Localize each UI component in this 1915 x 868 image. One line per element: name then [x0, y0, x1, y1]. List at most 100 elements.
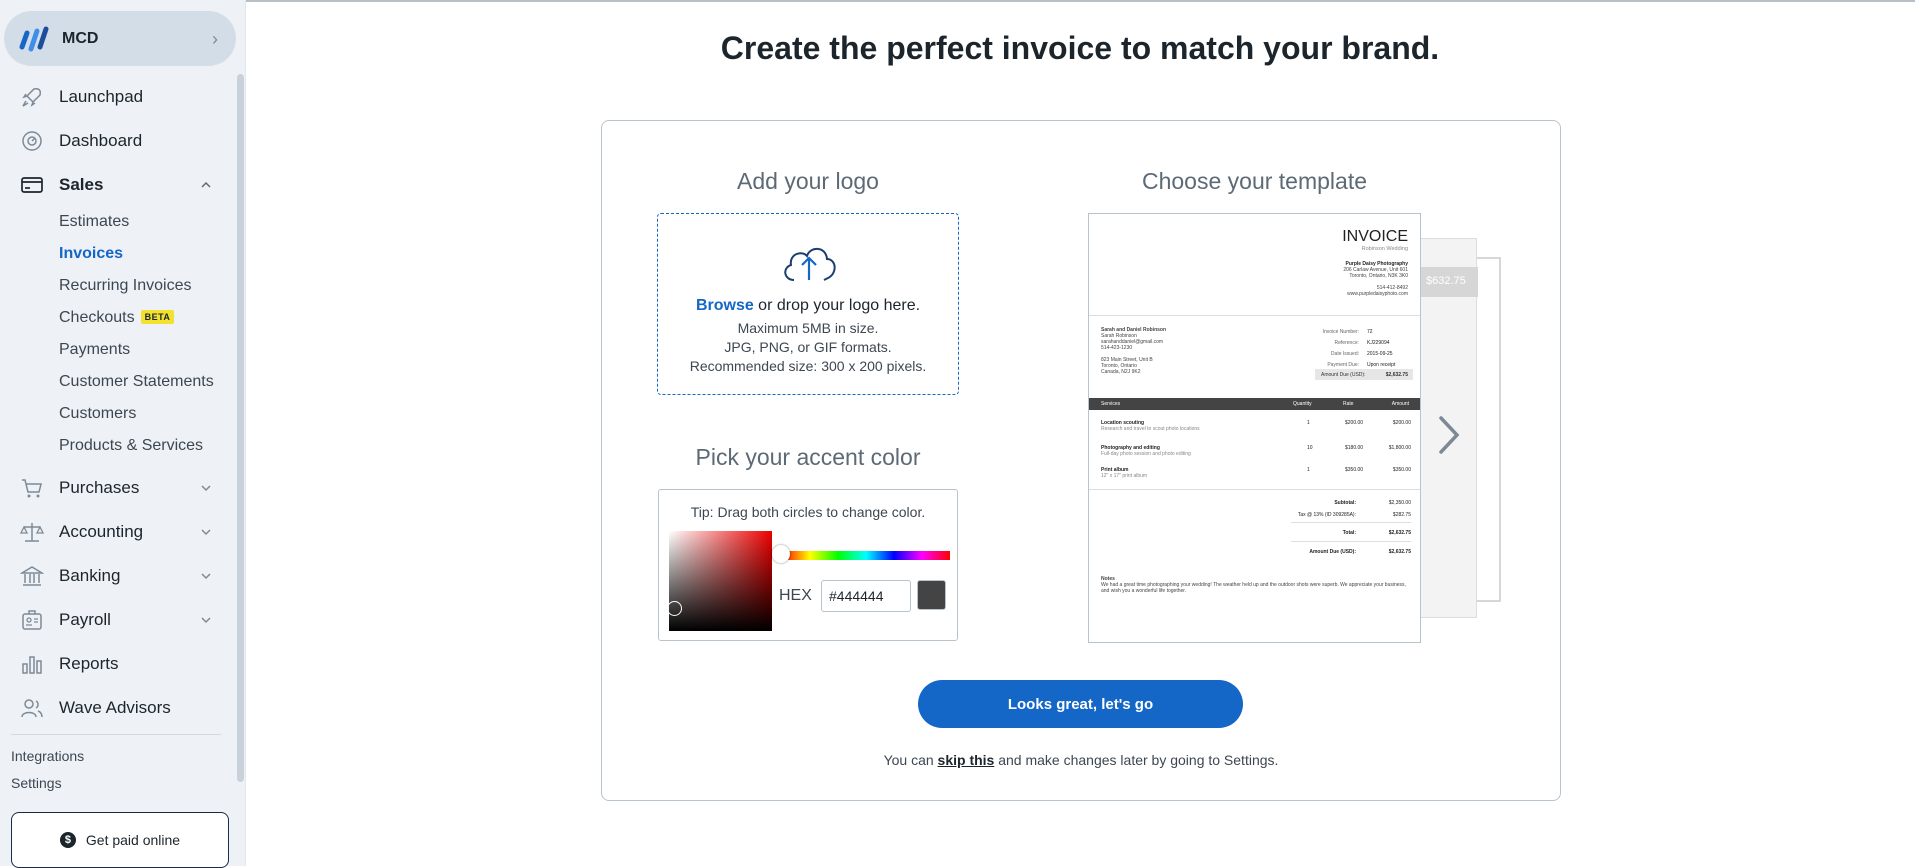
row-subtitle: 12" x 17" print album — [1101, 473, 1148, 479]
sidebar-item-customers[interactable]: Customers — [59, 405, 136, 423]
cloud-upload-icon — [784, 247, 836, 281]
sidebar-scrollbar[interactable] — [237, 74, 244, 782]
invoice-company: Purple Daisy Photography 206 Carlaw Aven… — [1343, 261, 1408, 297]
meta-key: Reference: — [1334, 340, 1359, 346]
sidebar-item-invoices[interactable]: Invoices — [59, 245, 123, 263]
meta-value: 2015-09-25 — [1367, 351, 1393, 357]
sidebar: MCD › Launchpad Dashboard Sales Estimate… — [0, 0, 246, 868]
row-subtitle: Full-day photo session and photo editing — [1101, 451, 1191, 457]
browse-link[interactable]: Browse — [696, 297, 754, 314]
credit-card-icon — [21, 177, 43, 193]
chevron-up-icon — [201, 181, 211, 188]
amount-due-label: Amount Due (USD): — [1321, 372, 1366, 378]
amount-due-value: $2,632.75 — [1385, 372, 1408, 378]
logo-dropzone[interactable]: Browse or drop your logo here. Maximum 5… — [657, 213, 959, 395]
color-tip: Tip: Drag both circles to change color. — [690, 504, 926, 520]
meta-row: Invoice Number: 72 — [1309, 327, 1395, 338]
saturation-area[interactable] — [667, 531, 772, 631]
meta-key: Date Issued: — [1330, 351, 1359, 357]
nav-integrations[interactable]: Integrations — [11, 748, 84, 764]
nav-wave-advisors[interactable]: Wave Advisors — [0, 688, 236, 728]
row-description: Photography and editing Full-day photo se… — [1101, 445, 1191, 457]
sidebar-divider — [11, 734, 221, 735]
sidebar-item-checkouts-label: Checkouts — [59, 309, 135, 326]
subtotal-value: $2,350.00 — [1388, 500, 1411, 506]
subtotal-label: Subtotal: — [1334, 500, 1356, 506]
business-name: MCD — [62, 29, 99, 47]
invoice-notes: Notes We had a great time photographing … — [1101, 576, 1411, 594]
beta-badge: BETA — [140, 310, 175, 324]
nav-settings[interactable]: Settings — [11, 775, 62, 791]
tax-label: Tax @ 13% (ID 309285A): — [1297, 512, 1356, 518]
nav-sales-label: Sales — [59, 175, 104, 194]
top-border — [0, 0, 1915, 2]
nav-purchases[interactable]: Purchases — [0, 468, 236, 508]
nav-reports-label: Reports — [59, 654, 119, 673]
skip-prefix: You can — [883, 752, 938, 768]
invoice-subtitle: Robinson Wedding — [1361, 246, 1408, 252]
row-amount: $200.00 — [1392, 420, 1411, 426]
sidebar-item-payments[interactable]: Payments — [59, 341, 130, 359]
nav-reports[interactable]: Reports — [0, 644, 236, 684]
hue-slider[interactable] — [782, 551, 950, 560]
size-note: Maximum 5MB in size. — [737, 320, 879, 336]
hue-handle[interactable] — [772, 545, 790, 563]
bar-chart-icon — [22, 656, 42, 674]
wave-logo-icon — [18, 23, 50, 55]
format-note: JPG, PNG, or GIF formats. — [724, 339, 892, 355]
sidebar-item-products-services[interactable]: Products & Services — [59, 437, 203, 455]
items-divider — [1089, 489, 1420, 490]
nav-banking-label: Banking — [59, 566, 121, 585]
sidebar-item-estimates[interactable]: Estimates — [59, 213, 129, 231]
hex-label: HEX — [779, 587, 812, 604]
dashboard-icon — [22, 131, 42, 151]
next-template-arrow-icon[interactable] — [1434, 410, 1464, 460]
bank-icon — [20, 566, 44, 586]
due-label: Amount Due (USD): — [1309, 549, 1356, 555]
sidebar-item-customer-statements[interactable]: Customer Statements — [59, 373, 214, 391]
nav-launchpad[interactable]: Launchpad — [0, 77, 236, 117]
people-icon — [21, 699, 43, 718]
nav-dashboard[interactable]: Dashboard — [0, 121, 236, 161]
meta-key: Invoice Number: — [1322, 329, 1359, 335]
skip-this-link[interactable]: skip this — [938, 752, 995, 768]
company-address-2: Toronto, Ontario, N3K 3K0 — [1349, 273, 1408, 279]
get-paid-online-button[interactable]: $ Get paid online — [11, 812, 229, 868]
chevron-down-icon — [201, 573, 211, 580]
nav-accounting-label: Accounting — [59, 522, 144, 541]
nav-purchases-label: Purchases — [59, 478, 140, 497]
dropzone-instructions: Browse or drop your logo here. — [658, 297, 958, 315]
row-rate: $180.00 — [1345, 445, 1364, 451]
business-switcher[interactable]: MCD › — [4, 11, 236, 66]
logo-section-title: Add your logo — [737, 168, 879, 194]
skip-note: You can skip this and make changes later… — [601, 752, 1561, 768]
nav-accounting[interactable]: Accounting — [0, 512, 236, 552]
meta-row: Reference: KJ229094 — [1309, 338, 1395, 349]
chevron-down-icon — [201, 529, 211, 536]
amount-due-box: Amount Due (USD): $2,632.75 — [1315, 369, 1413, 380]
row-description: Print album 12" x 17" print album — [1101, 467, 1147, 479]
saturation-handle[interactable] — [667, 601, 682, 616]
looks-great-button[interactable]: Looks great, let's go — [918, 680, 1243, 728]
nav-sales[interactable]: Sales — [0, 165, 236, 205]
row-rate: $350.00 — [1345, 467, 1364, 473]
nav-launchpad-label: Launchpad — [59, 87, 144, 106]
template-preview-amount: $632.75 — [1421, 267, 1478, 297]
invoice-title: INVOICE — [1342, 228, 1408, 245]
sidebar-item-checkouts[interactable]: Checkouts BETA — [59, 309, 175, 327]
header-quantity: Quantity — [1293, 401, 1312, 407]
sidebar-item-recurring-invoices[interactable]: Recurring Invoices — [59, 277, 192, 295]
recommended-size-note: Recommended size: 300 x 200 pixels. — [689, 358, 927, 374]
nav-banking[interactable]: Banking — [0, 556, 236, 596]
hex-input[interactable] — [821, 580, 911, 612]
template-section-title: Choose your template — [1141, 168, 1367, 194]
chevron-down-icon — [201, 617, 211, 624]
header-rate: Rate — [1343, 401, 1354, 407]
nav-payroll[interactable]: Payroll — [0, 600, 236, 640]
row-quantity: 1 — [1307, 420, 1310, 426]
invoice-template-preview[interactable]: INVOICE Robinson Wedding Purple Daisy Ph… — [1088, 213, 1421, 643]
invoice-customer: Sarah and Daniel Robinson Sarah Robinson… — [1101, 327, 1166, 375]
page-title: Create the perfect invoice to match your… — [720, 30, 1440, 66]
skip-suffix: and make changes later by going to Setti… — [994, 752, 1279, 768]
get-paid-online-label: Get paid online — [85, 832, 181, 848]
